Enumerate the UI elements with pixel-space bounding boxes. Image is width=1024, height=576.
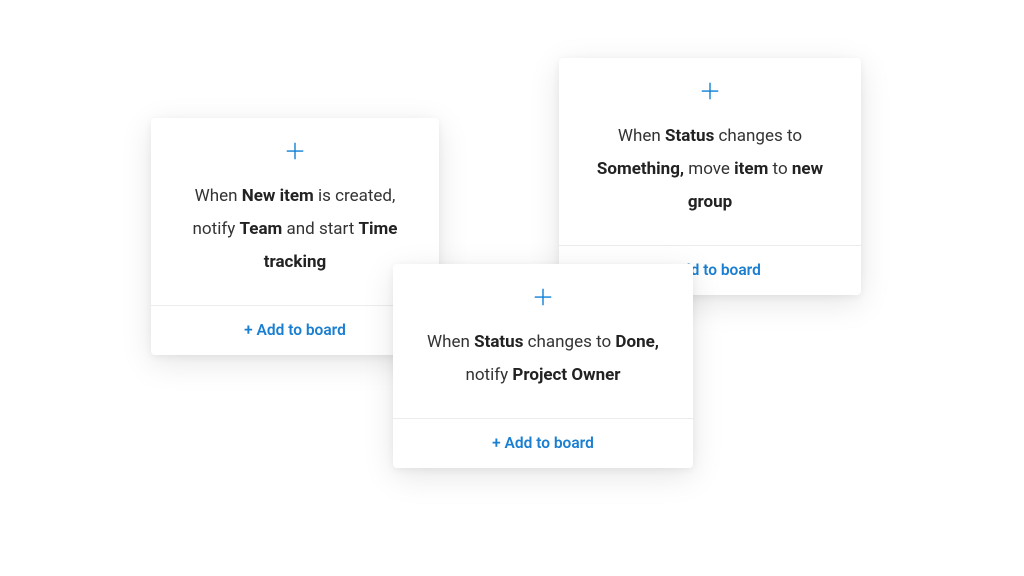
- plus-icon: [699, 80, 721, 102]
- automation-rule-text: When New item is created, notify Team an…: [175, 180, 415, 279]
- card-action-add[interactable]: [583, 80, 837, 102]
- card-body: When Status changes to Done, notify Proj…: [393, 264, 693, 418]
- add-to-board-button[interactable]: + Add to board: [244, 321, 346, 339]
- card-body: When Status changes to Something, move i…: [559, 58, 861, 245]
- card-action-add[interactable]: [175, 140, 415, 162]
- plus-icon: [532, 286, 554, 308]
- automation-rule-text: When Status changes to Something, move i…: [583, 120, 837, 219]
- automation-card: When Status changes to Something, move i…: [559, 58, 861, 295]
- card-action-add[interactable]: [417, 286, 669, 308]
- add-to-board-button[interactable]: + Add to board: [492, 434, 594, 452]
- automation-rule-text: When Status changes to Done, notify Proj…: [417, 326, 669, 392]
- plus-icon: [284, 140, 306, 162]
- automation-card: When Status changes to Done, notify Proj…: [393, 264, 693, 468]
- card-footer: + Add to board: [393, 418, 693, 468]
